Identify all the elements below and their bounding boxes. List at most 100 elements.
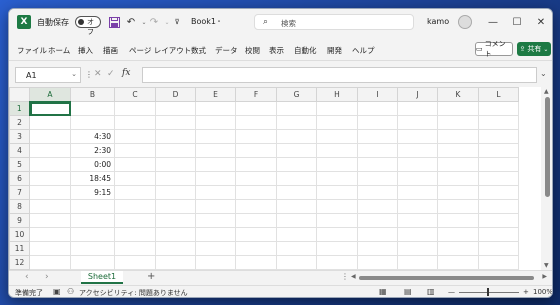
horizontal-scroll-thumb[interactable]: [359, 276, 534, 280]
cell-J2[interactable]: [397, 115, 438, 130]
cell-H6[interactable]: [316, 171, 358, 186]
tab-data[interactable]: データ: [215, 45, 238, 56]
cell-I4[interactable]: [357, 143, 398, 158]
column-header[interactable]: K: [437, 87, 479, 102]
cell-D6[interactable]: [155, 171, 196, 186]
cell-G11[interactable]: [276, 241, 317, 256]
cell-C10[interactable]: [114, 227, 156, 242]
cell-B9[interactable]: [70, 213, 115, 228]
column-header[interactable]: H: [316, 87, 358, 102]
cell-J6[interactable]: [397, 171, 438, 186]
tab-insert[interactable]: 挿入: [78, 45, 93, 56]
cell-E8[interactable]: [195, 199, 236, 214]
cell-E11[interactable]: [195, 241, 236, 256]
cell-B6[interactable]: 18:45: [70, 171, 115, 186]
cell-C3[interactable]: [114, 129, 156, 144]
row-header[interactable]: 4: [9, 143, 30, 158]
customize-toolbar-icon[interactable]: ⊽: [170, 15, 184, 29]
cell-F6[interactable]: [235, 171, 277, 186]
cell-B12[interactable]: [70, 255, 115, 270]
column-header[interactable]: B: [70, 87, 115, 102]
cell-F9[interactable]: [235, 213, 277, 228]
cell-L5[interactable]: [478, 157, 519, 172]
comment-button[interactable]: ▭ コメント: [475, 40, 513, 58]
tab-help[interactable]: ヘルプ: [352, 45, 375, 56]
cell-A11[interactable]: [29, 241, 71, 256]
row-header[interactable]: 7: [9, 185, 30, 200]
cell-B8[interactable]: [70, 199, 115, 214]
tab-automate[interactable]: 自動化: [294, 45, 317, 56]
accessibility-status[interactable]: アクセシビリティ: 問題ありません: [79, 288, 188, 297]
expand-formula-bar-icon[interactable]: ⌄: [540, 69, 547, 78]
vertical-scroll-thumb[interactable]: [545, 97, 550, 197]
cell-C7[interactable]: [114, 185, 156, 200]
save-icon[interactable]: [107, 15, 121, 29]
cell-J12[interactable]: [397, 255, 438, 270]
column-header[interactable]: L: [478, 87, 519, 102]
cell-H3[interactable]: [316, 129, 358, 144]
scroll-up-icon[interactable]: ▲: [544, 88, 549, 95]
row-header[interactable]: 1: [9, 101, 31, 116]
horizontal-scrollbar[interactable]: ◀ ▶: [351, 273, 547, 282]
cell-K9[interactable]: [437, 213, 479, 228]
cell-I8[interactable]: [357, 199, 398, 214]
cell-K3[interactable]: [437, 129, 479, 144]
cell-A8[interactable]: [29, 199, 71, 214]
cell-F5[interactable]: [235, 157, 277, 172]
column-header[interactable]: C: [114, 87, 156, 102]
tab-page-layout[interactable]: ページ レイアウト: [129, 45, 191, 56]
cell-I11[interactable]: [357, 241, 398, 256]
scroll-down-icon[interactable]: ▼: [544, 262, 549, 269]
cell-L4[interactable]: [478, 143, 519, 158]
more-options-icon[interactable]: ⋮: [85, 70, 93, 79]
cell-A10[interactable]: [29, 227, 71, 242]
cell-K11[interactable]: [437, 241, 479, 256]
cell-L12[interactable]: [478, 255, 519, 270]
cell-C1[interactable]: [114, 101, 156, 116]
page-layout-view-icon[interactable]: ▤: [404, 287, 412, 296]
select-all-button[interactable]: [9, 87, 30, 102]
cell-E7[interactable]: [195, 185, 236, 200]
cell-K8[interactable]: [437, 199, 479, 214]
document-title[interactable]: Book1: [191, 17, 216, 26]
cell-J4[interactable]: [397, 143, 438, 158]
tab-review[interactable]: 校閲: [245, 45, 260, 56]
prev-sheet-icon[interactable]: ‹: [25, 272, 29, 282]
cell-G2[interactable]: [276, 115, 317, 130]
cell-H4[interactable]: [316, 143, 358, 158]
cell-D9[interactable]: [155, 213, 196, 228]
column-header[interactable]: A: [29, 87, 71, 103]
cell-E4[interactable]: [195, 143, 236, 158]
cell-C8[interactable]: [114, 199, 156, 214]
tab-home[interactable]: ホーム: [48, 45, 70, 56]
sheet-tab[interactable]: Sheet1: [81, 271, 123, 284]
undo-icon[interactable]: ↶: [124, 15, 138, 29]
cell-I9[interactable]: [357, 213, 398, 228]
cell-B3[interactable]: 4:30: [70, 129, 115, 144]
cell-K10[interactable]: [437, 227, 479, 242]
cell-L7[interactable]: [478, 185, 519, 200]
zoom-level[interactable]: 100%: [533, 288, 552, 296]
cell-K1[interactable]: [437, 101, 479, 116]
add-sheet-button[interactable]: +: [147, 271, 155, 282]
redo-icon[interactable]: ↷: [147, 15, 161, 29]
macro-record-icon[interactable]: ▣: [53, 287, 61, 296]
cell-D4[interactable]: [155, 143, 196, 158]
cell-I1[interactable]: [357, 101, 398, 116]
normal-view-icon[interactable]: ▦: [379, 287, 387, 296]
tab-view[interactable]: 表示: [269, 45, 284, 56]
cell-H12[interactable]: [316, 255, 358, 270]
cell-E3[interactable]: [195, 129, 236, 144]
cell-L8[interactable]: [478, 199, 519, 214]
zoom-slider-handle[interactable]: [487, 288, 489, 296]
cell-C9[interactable]: [114, 213, 156, 228]
maximize-button[interactable]: ☐: [509, 15, 525, 29]
cell-E12[interactable]: [195, 255, 236, 270]
cell-D11[interactable]: [155, 241, 196, 256]
cell-H7[interactable]: [316, 185, 358, 200]
cell-F12[interactable]: [235, 255, 277, 270]
autosave-toggle[interactable]: オフ: [75, 16, 101, 36]
cell-D12[interactable]: [155, 255, 196, 270]
cell-A7[interactable]: [29, 185, 71, 200]
cell-D8[interactable]: [155, 199, 196, 214]
